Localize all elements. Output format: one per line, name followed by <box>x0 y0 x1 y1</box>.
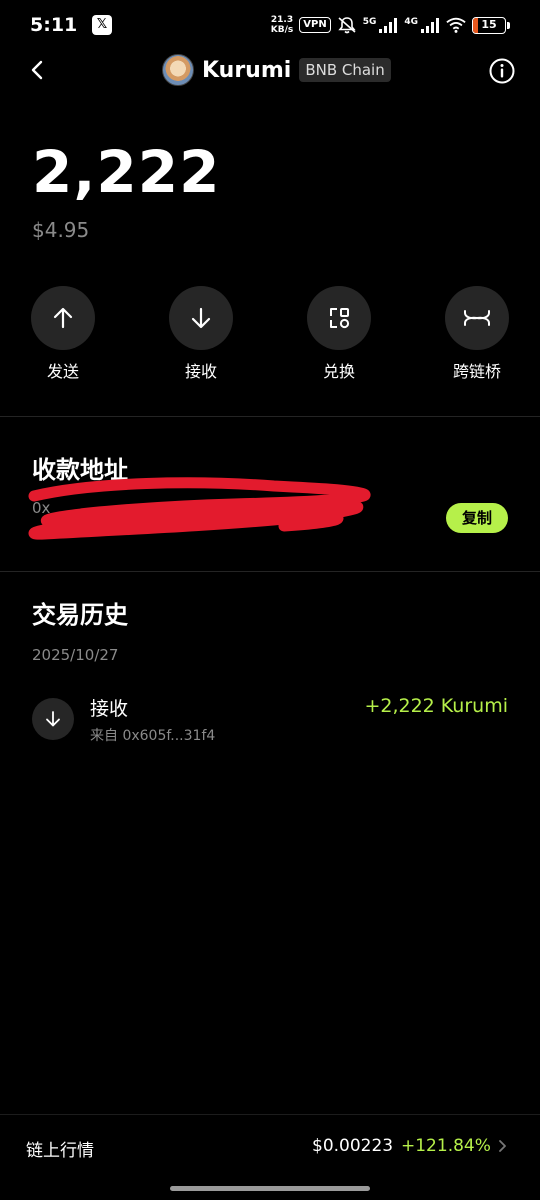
copy-address-button[interactable]: 复制 <box>446 503 508 533</box>
arrow-down-icon <box>191 307 211 329</box>
swap-circle[interactable] <box>307 286 371 350</box>
swap-label: 兑换 <box>322 362 355 381</box>
signal-4g-icon <box>421 18 439 33</box>
token-title-group: Kurumi BNB Chain <box>162 54 391 86</box>
net-speed-value: 21.3 <box>270 15 294 25</box>
chain-badge: BNB Chain <box>299 58 391 82</box>
history-title: 交易历史 <box>32 601 128 629</box>
divider <box>0 571 540 572</box>
back-chevron-icon[interactable] <box>26 58 50 82</box>
receive-button[interactable]: 接收 <box>151 286 251 382</box>
bridge-icon <box>464 310 490 326</box>
receive-circle[interactable] <box>169 286 233 350</box>
redaction-scribble <box>28 477 371 540</box>
action-buttons: 发送 接收 兑换 跨链桥 <box>0 286 540 386</box>
market-bar[interactable]: 链上行情 $0.00223 +121.84% <box>0 1114 540 1178</box>
swap-icon <box>330 308 350 329</box>
tx-icon-circle <box>32 698 74 740</box>
status-indicators: 21.3 KB/s VPN 5G 4G 15 <box>271 13 510 37</box>
send-button[interactable]: 发送 <box>13 286 113 382</box>
home-indicator[interactable] <box>170 1186 370 1191</box>
status-bar: 5:11 𝕏 21.3 KB/s VPN 5G 4G 15 <box>0 0 540 50</box>
net-4g-label: 4G <box>404 17 418 27</box>
send-label: 发送 <box>46 362 79 381</box>
net-speed: 21.3 KB/s <box>271 15 293 35</box>
token-name: Kurumi <box>202 57 292 83</box>
balance-usd-value: $4.95 <box>32 218 90 242</box>
token-avatar <box>162 54 194 86</box>
status-time: 5:11 <box>30 14 78 36</box>
receive-label: 接收 <box>184 362 217 381</box>
swap-button[interactable]: 兑换 <box>289 286 389 382</box>
divider <box>0 416 540 417</box>
battery-nub <box>507 21 510 29</box>
net-speed-unit: KB/s <box>270 25 294 35</box>
market-price: $0.00223 <box>312 1136 394 1156</box>
top-nav: Kurumi BNB Chain <box>0 50 540 90</box>
bridge-circle[interactable] <box>445 286 509 350</box>
battery-indicator: 15 <box>472 16 506 34</box>
battery-fill <box>473 17 478 33</box>
mute-bell-icon <box>338 17 356 34</box>
battery-level: 15 <box>481 17 497 31</box>
transaction-row[interactable]: 接收 来自 0x605f...31f4 +2,222 Kurumi <box>0 690 540 750</box>
wifi-icon <box>446 17 466 33</box>
history-date: 2025/10/27 <box>32 646 119 664</box>
tx-amount: +2,222 Kurumi <box>364 695 508 717</box>
chevron-right-icon[interactable] <box>495 1139 509 1153</box>
bridge-button[interactable]: 跨链桥 <box>427 286 527 382</box>
tx-from: 来自 0x605f...31f4 <box>90 728 216 744</box>
x-app-icon: 𝕏 <box>92 15 112 35</box>
info-icon[interactable] <box>488 57 516 85</box>
token-detail-page: 5:11 𝕏 21.3 KB/s VPN 5G 4G 15 Kurumi BNB… <box>0 0 540 1200</box>
market-label: 链上行情 <box>26 1141 94 1161</box>
vpn-badge: VPN <box>299 17 331 33</box>
arrow-up-icon <box>53 307 73 329</box>
send-circle[interactable] <box>31 286 95 350</box>
token-balance: 2,222 <box>32 138 221 206</box>
net-5g-label: 5G <box>362 17 377 27</box>
bridge-label: 跨链桥 <box>452 362 501 381</box>
market-change: +121.84% <box>401 1136 491 1156</box>
tx-type: 接收 <box>90 698 129 720</box>
arrow-down-icon <box>46 711 60 727</box>
signal-5g-icon <box>379 18 398 33</box>
